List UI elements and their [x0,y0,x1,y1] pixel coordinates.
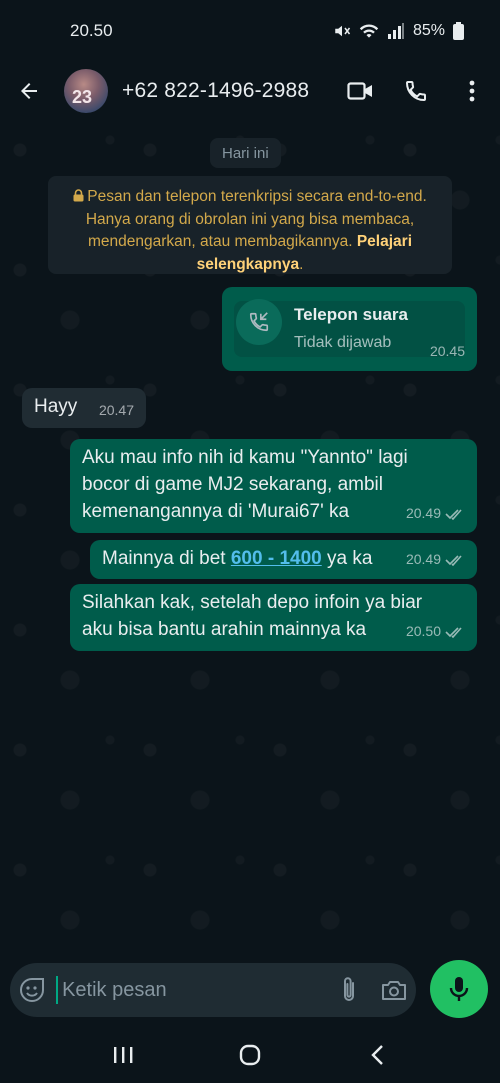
status-time: 20.50 [70,21,113,40]
message-bubble[interactable]: Silahkan kak, setelah depo infoin ya bia… [70,584,477,651]
encryption-notice[interactable]: Pesan dan telepon terenkripsi secara end… [48,176,452,274]
battery-level: 85% [412,22,445,39]
message-text: Hayy [34,396,78,417]
sticker-icon [20,978,45,1002]
message-time: 20.49 [406,546,465,573]
double-check-icon [445,626,462,638]
camera-button[interactable] [372,963,416,1017]
microphone-icon [449,977,469,1001]
chat-header: 23 +62 822-1496-2988 [0,62,500,120]
message-time: 20.45 [429,343,465,359]
avatar[interactable]: 23 [64,69,108,113]
recents-icon [114,1047,133,1063]
voice-call-button[interactable] [388,62,444,120]
home-button[interactable] [220,1027,280,1083]
bet-range-link[interactable]: 600 - 1400 [231,548,322,569]
mute-icon [335,25,351,37]
message-text: Mainnya di bet 600 - 1400 ya ka [102,548,373,569]
call-icon-wrap [236,299,282,345]
more-options-button[interactable] [444,62,500,120]
double-check-icon [445,554,462,566]
status-icons: 85% [333,22,464,40]
lock-icon [73,189,84,202]
sticker-button[interactable] [10,963,54,1017]
attach-button[interactable] [327,963,371,1017]
wifi-icon [359,24,379,38]
message-composer [10,963,416,1017]
camera-icon [381,981,406,1000]
video-call-button[interactable] [332,62,388,120]
home-icon [239,1044,261,1066]
missed-call-icon [249,312,269,332]
back-button[interactable] [0,62,58,120]
signal-icon [387,23,404,39]
message-text: Silahkan kak, setelah depo infoin ya bia… [82,592,423,640]
date-chip: Hari ini [210,138,281,168]
contact-name[interactable]: +62 822-1496-2988 [122,79,332,103]
kebab-menu-icon [469,80,475,102]
message-time: 20.49 [406,500,465,527]
recent-apps-button[interactable] [93,1027,153,1083]
phone-icon [405,81,426,102]
video-camera-icon [347,82,372,100]
chevron-left-icon [370,1045,383,1065]
call-status: Tidak dijawab [294,334,392,351]
status-bar: 20.50 85% [0,0,500,62]
avatar-label: 23 [72,87,93,107]
battery-icon [453,22,464,40]
message-text: Aku mau info nih id kamu "Yannto" lagi b… [82,447,408,522]
missed-call-bubble[interactable]: Telepon suara Tidak dijawab 20.45 [222,287,477,371]
double-check-icon [445,508,462,520]
paperclip-icon [344,977,355,1001]
message-time: 20.47 [98,402,134,418]
chat-area[interactable]: Hari ini Pesan dan telepon terenkripsi s… [0,120,500,963]
message-input[interactable] [58,978,328,1002]
message-bubble[interactable]: Aku mau info nih id kamu "Yannto" lagi b… [70,439,477,533]
message-time: 20.50 [406,618,465,645]
message-bubble[interactable]: Hayy 20.47 [22,388,146,428]
system-nav-bar [0,1027,500,1083]
system-back-button[interactable] [347,1027,407,1083]
call-title: Telepon suara [294,305,408,324]
voice-message-button[interactable] [430,960,488,1018]
message-bubble[interactable]: Mainnya di bet 600 - 1400 ya ka 20.49 [90,540,477,579]
arrow-left-icon [21,83,37,99]
